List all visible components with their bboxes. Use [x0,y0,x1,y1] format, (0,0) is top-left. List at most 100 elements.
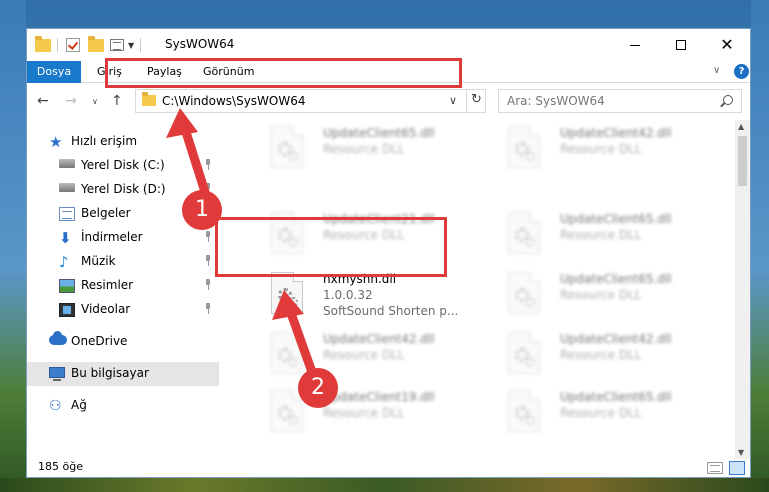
new-folder-icon[interactable] [88,36,104,53]
tab-file[interactable]: Dosya [27,61,81,83]
file-name: UpdateClient42.dll [323,332,435,346]
quick-access-toolbar: ▼ [35,36,149,53]
file-description: Resource DLL [560,348,642,362]
dll-file-icon [508,390,540,432]
expand-ribbon-chevron-icon[interactable]: ∨ [713,65,720,76]
nav-item-6[interactable]: Resimler [27,274,219,298]
nav-item-label: OneDrive [71,334,128,348]
gear-icon [525,297,535,307]
nav-item-label: Belgeler [81,206,131,220]
nav-item-7[interactable]: Videolar [27,298,219,322]
address-bar[interactable]: C:\Windows\SysWOW64 ∨ [135,89,486,113]
step-badge-1: 1 [182,190,222,230]
pictures-icon [59,279,75,293]
minimize-button[interactable] [612,29,658,61]
search-box[interactable]: Ara: SysWOW64 [498,89,742,113]
file-name: UpdateClient65.dll [560,390,672,404]
recent-locations-chevron-icon[interactable]: ∨ [92,97,98,106]
gear-icon [288,151,298,161]
customize-toolbar-dropdown-icon[interactable]: ▼ [128,41,134,50]
dll-file-icon [508,272,540,314]
nav-item-0[interactable]: ★ Hızlı erişim [27,130,219,154]
gear-icon [288,415,298,425]
search-input[interactable]: Ara: SysWOW64 [507,94,605,108]
file-company: SoftSound Shorten p... [323,304,459,318]
pane-divider[interactable] [223,120,224,459]
gear-icon [525,151,535,161]
folder-icon [35,36,51,53]
large-icons-view-icon[interactable] [729,461,745,475]
videos-icon [59,303,75,317]
dll-file-icon [271,272,303,314]
gear-icon [288,297,298,307]
help-icon[interactable]: ? [734,64,749,79]
close-button[interactable]: ✕ [704,29,750,61]
search-icon[interactable] [723,95,733,105]
drive-icon [59,183,75,192]
gear-icon [288,357,298,367]
refresh-icon: ↻ [471,92,482,107]
navigation-bar: ← → ∨ ↑ C:\Windows\SysWOW64 ∨ ↻ Ara: Sys… [27,84,750,120]
item-count: 185 öğe [38,460,83,473]
back-arrow-icon[interactable]: ← [37,93,49,109]
desktop-wallpaper-left [0,0,26,492]
file-item[interactable]: UpdateClient42.dll Resource DLL [492,120,717,176]
file-name: UpdateClient65.dll [560,272,672,286]
refresh-button[interactable]: ↻ [466,89,486,113]
nav-item-5[interactable]: ♪ Müzik [27,250,219,274]
file-name: UpdateClient65.dll [323,126,435,140]
dll-file-icon [271,390,303,432]
file-name: UpdateClient65.dll [560,212,672,226]
nav-item-label: Hızlı erişim [71,134,138,148]
file-description: Resource DLL [560,406,642,420]
file-name: UpdateClient42.dll [560,126,672,140]
nav-item-label: Videolar [81,302,131,316]
nav-item-8[interactable]: OneDrive [27,330,219,354]
properties-check-icon[interactable] [66,37,82,53]
nav-item-1[interactable]: Yerel Disk (C:) [27,154,219,178]
details-view-icon[interactable] [707,462,723,474]
scroll-down-icon[interactable]: ▼ [738,448,744,457]
gear-icon [525,415,535,425]
file-name: UpdateClient42.dll [560,332,672,346]
file-item[interactable]: UpdateClient65.dll Resource DLL [255,120,480,176]
navigation-pane: ★ Hızlı erişim Yerel Disk (C:) Yerel Disk (… [27,120,223,459]
forward-arrow-icon[interactable]: → [65,93,77,109]
cloud-icon [49,331,67,345]
nav-item-label: Yerel Disk (D:) [81,182,166,196]
file-description: Resource DLL [323,142,405,156]
nav-item-label: Ağ [71,398,87,412]
file-item[interactable]: UpdateClient65.dll Resource DLL [492,384,717,440]
nav-item-4[interactable]: ⬇ İndirmeler [27,226,219,250]
title-bar[interactable]: ▼ SysWOW64 ✕ [27,29,750,61]
dll-file-icon [271,332,303,374]
file-item[interactable]: UpdateClient65.dll Resource DLL [492,266,717,322]
download-icon: ⬇ [59,229,72,247]
nav-item-label: Resimler [81,278,134,292]
file-description: Resource DLL [560,142,642,156]
address-dropdown-chevron-icon[interactable]: ∨ [449,94,457,107]
file-item[interactable]: UpdateClient42.dll Resource DLL [255,326,480,382]
nav-item-10[interactable]: ⚇ Ağ [27,394,219,418]
file-description: Resource DLL [323,348,405,362]
minimize-icon [630,44,640,46]
dll-file-icon [271,126,303,168]
maximize-button[interactable] [658,29,704,61]
drive-icon [59,159,75,168]
nav-item-label: Yerel Disk (C:) [81,158,165,172]
scrollbar-thumb[interactable] [738,136,747,186]
file-description: Resource DLL [560,288,642,302]
scroll-up-icon[interactable]: ▲ [738,122,744,131]
nav-item-label: İndirmeler [81,230,143,244]
up-arrow-icon[interactable]: ↑ [111,93,123,109]
address-path[interactable]: C:\Windows\SysWOW64 [162,94,306,108]
file-description: Resource DLL [323,406,405,420]
network-icon: ⚇ [49,398,62,414]
file-item[interactable]: UpdateClient19.dll Resource DLL [255,384,480,440]
nav-item-9[interactable]: Bu bilgisayar [27,362,219,386]
view-options-icon[interactable] [110,37,126,53]
folder-icon [142,92,156,106]
vertical-scrollbar[interactable]: ▲ ▼ [735,120,750,459]
file-item[interactable]: UpdateClient42.dll Resource DLL [492,326,717,382]
file-item[interactable]: UpdateClient65.dll Resource DLL [492,206,717,262]
